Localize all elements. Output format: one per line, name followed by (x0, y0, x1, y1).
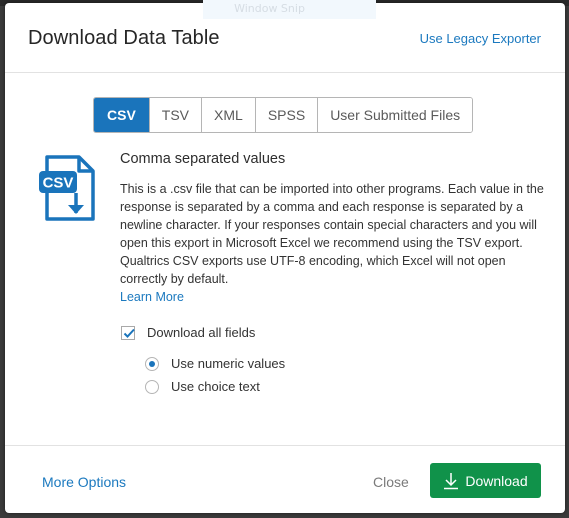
csv-icon-text: CSV (43, 175, 74, 192)
use-choice-text-label: Use choice text (171, 379, 260, 394)
use-numeric-values-label: Use numeric values (171, 356, 286, 371)
tab-user-submitted-files[interactable]: User Submitted Files (317, 98, 473, 132)
window-snip-overlay: Window Snip (203, 0, 376, 19)
window-snip-label: Window Snip (234, 2, 305, 15)
dialog-footer: More Options Close Download (5, 445, 565, 513)
tab-csv[interactable]: CSV (94, 98, 149, 132)
format-tabs: CSV TSV XML SPSS User Submitted Files (93, 97, 474, 133)
download-all-fields-label: Download all fields (147, 325, 256, 340)
more-options-link[interactable]: More Options (42, 474, 126, 490)
format-description: This is a .csv file that can be imported… (120, 182, 544, 286)
format-title: Comma separated values (120, 151, 286, 167)
checkmark-icon (123, 328, 135, 338)
csv-file-download-icon: CSV (39, 153, 99, 223)
use-choice-text-radio[interactable] (145, 379, 159, 394)
format-description-panel: Comma separated values This is a .csv fi… (120, 151, 545, 306)
use-choice-text-option[interactable]: Use choice text (145, 379, 260, 394)
use-numeric-values-option[interactable]: Use numeric values (145, 356, 285, 371)
close-button[interactable]: Close (373, 474, 409, 490)
tab-xml[interactable]: XML (201, 98, 255, 132)
learn-more-link[interactable]: Learn More (120, 288, 184, 306)
tab-tsv[interactable]: TSV (148, 98, 202, 132)
download-all-fields-checkbox[interactable] (121, 325, 135, 340)
download-button[interactable]: Download (430, 463, 541, 498)
dialog-title: Download Data Table (28, 27, 220, 49)
download-arrow-icon (444, 472, 459, 489)
download-data-table-dialog: Download Data Table Use Legacy Exporter … (5, 3, 565, 513)
tab-spss[interactable]: SPSS (254, 98, 318, 132)
use-legacy-exporter-link[interactable]: Use Legacy Exporter (420, 31, 541, 46)
download-button-label: Download (465, 472, 528, 489)
download-all-fields-option[interactable]: Download all fields (121, 325, 255, 340)
use-numeric-values-radio[interactable] (145, 356, 159, 371)
